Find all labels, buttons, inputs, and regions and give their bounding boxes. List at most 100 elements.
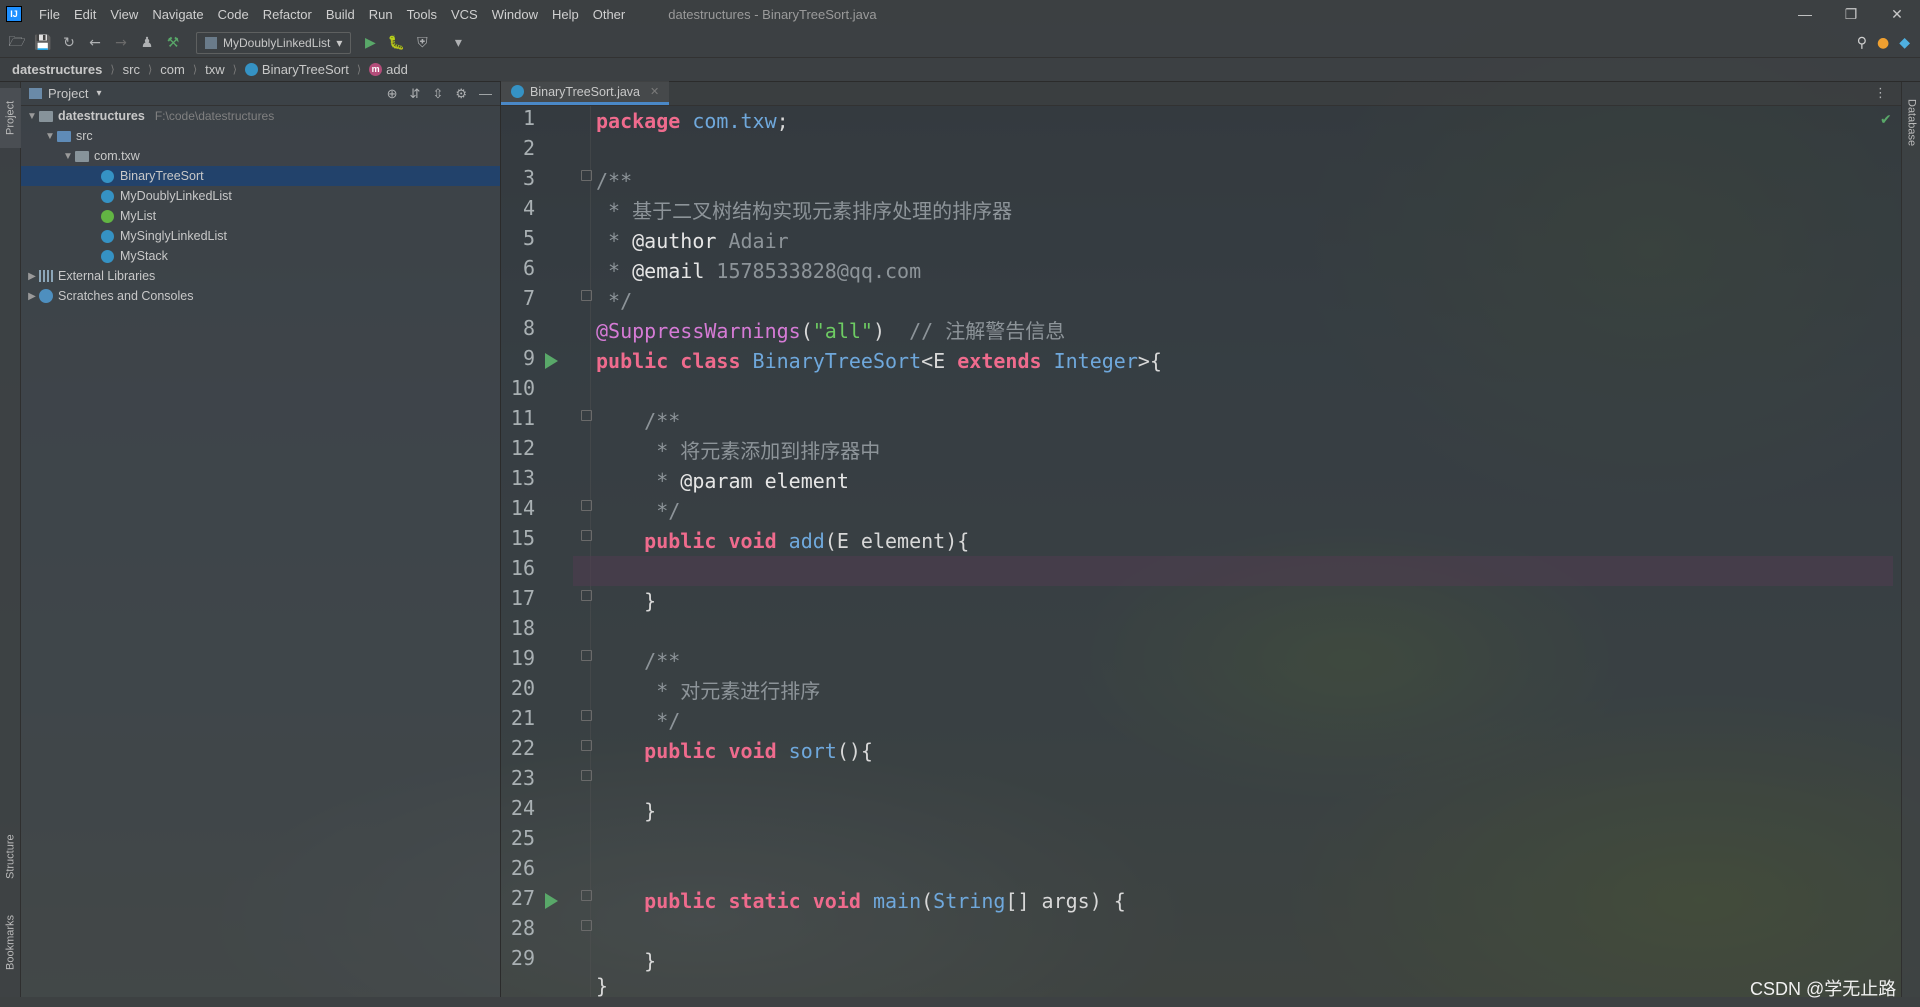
menu-tools[interactable]: Tools: [400, 7, 444, 22]
expand-all-icon[interactable]: ⇵: [410, 86, 421, 102]
line-number: 1: [522, 106, 535, 130]
breadcrumb-src[interactable]: src: [123, 62, 140, 77]
close-icon[interactable]: ✕: [650, 85, 659, 98]
menu-code[interactable]: Code: [211, 7, 256, 22]
run-main-icon[interactable]: [545, 893, 558, 909]
tree-node-file[interactable]: MyList: [21, 206, 500, 226]
line-number: 13: [510, 466, 535, 490]
chevron-down-icon[interactable]: ▼: [61, 151, 75, 162]
menu-file[interactable]: File: [32, 7, 67, 22]
plugin-icon[interactable]: ◆: [1899, 35, 1910, 51]
save-icon[interactable]: 💾: [32, 32, 54, 54]
minimize-icon[interactable]: —: [1782, 6, 1828, 23]
sync-icon[interactable]: ↻: [58, 32, 80, 54]
fold-icon[interactable]: [581, 710, 592, 721]
breadcrumb-class[interactable]: BinaryTreeSort: [244, 62, 349, 77]
locate-file-icon[interactable]: ⊕: [387, 86, 398, 102]
breadcrumb-method[interactable]: m add: [369, 62, 408, 77]
tree-node-external-libraries[interactable]: ▶ External Libraries: [21, 266, 500, 286]
structure-tool-tab[interactable]: Structure: [0, 822, 21, 892]
user-icon[interactable]: ♟: [136, 32, 158, 54]
run-icon[interactable]: ▶: [359, 32, 381, 54]
chevron-down-icon[interactable]: ▼: [43, 131, 57, 142]
run-class-icon[interactable]: [545, 353, 558, 369]
close-window-icon[interactable]: ✕: [1874, 6, 1920, 23]
chevron-right-icon[interactable]: ▶: [25, 291, 39, 302]
database-tool-tab[interactable]: Database: [1902, 88, 1920, 158]
menu-view[interactable]: View: [103, 7, 145, 22]
project-path: F:\code\datestructures: [154, 109, 275, 123]
menu-window[interactable]: Window: [485, 7, 545, 22]
current-line-highlight[interactable]: [573, 556, 1893, 586]
editor-tab-binarytreesort[interactable]: BinaryTreeSort.java ✕: [501, 81, 670, 105]
tree-node-src[interactable]: ▼ src: [21, 126, 500, 146]
menu-vcs[interactable]: VCS: [444, 7, 485, 22]
fold-icon[interactable]: [581, 530, 592, 541]
tree-node-file[interactable]: MyStack: [21, 246, 500, 266]
fold-icon[interactable]: [581, 770, 592, 781]
inspection-ok-icon[interactable]: ✔: [1880, 112, 1892, 128]
menu-build[interactable]: Build: [319, 7, 362, 22]
code-token: ): [872, 319, 886, 343]
fold-icon[interactable]: [581, 290, 592, 301]
chevron-down-icon[interactable]: ▾: [96, 88, 101, 99]
bookmarks-tool-tab[interactable]: Bookmarks: [0, 902, 21, 982]
fold-icon[interactable]: [581, 920, 592, 931]
breadcrumb-separator-icon: ⟩: [356, 64, 362, 76]
open-folder-icon[interactable]: 🗁: [6, 32, 28, 54]
hide-panel-icon[interactable]: —: [479, 86, 492, 102]
breadcrumb-project[interactable]: datestructures: [12, 62, 102, 77]
more-run-chevron-icon[interactable]: ▾: [447, 32, 469, 54]
fold-icon[interactable]: [581, 650, 592, 661]
tree-node-file[interactable]: MySinglyLinkedList: [21, 226, 500, 246]
coverage-icon[interactable]: ⛨: [411, 32, 433, 54]
project-tool-tab[interactable]: Project: [0, 88, 21, 148]
tree-node-label: src: [76, 129, 93, 143]
code-area[interactable]: 1 2 3 4 5 6 7 8 9 10 11 12 13 14 15 16 1…: [501, 106, 1901, 997]
build-hammer-icon[interactable]: ⚒: [162, 32, 184, 54]
more-options-icon[interactable]: ⋮: [1874, 86, 1901, 101]
fold-icon[interactable]: [581, 740, 592, 751]
project-view-selector[interactable]: Project: [48, 86, 88, 101]
menu-edit[interactable]: Edit: [67, 7, 103, 22]
chevron-down-icon[interactable]: ▼: [25, 111, 39, 122]
tree-node-file[interactable]: BinaryTreeSort: [21, 166, 500, 186]
fold-icon[interactable]: [581, 890, 592, 901]
menu-refactor[interactable]: Refactor: [256, 7, 319, 22]
debug-icon[interactable]: 🐛: [385, 32, 407, 54]
tree-node-package[interactable]: ▼ com.txw: [21, 146, 500, 166]
chevron-down-icon: ▾: [336, 35, 343, 50]
line-number: 19: [510, 646, 535, 670]
fold-icon[interactable]: [581, 500, 592, 511]
tree-node-project-root[interactable]: ▼ datestructures F:\code\datestructures: [21, 106, 500, 126]
gear-icon[interactable]: ⚙: [455, 86, 467, 102]
back-arrow-icon[interactable]: ←: [84, 32, 106, 54]
tree-node-label: BinaryTreeSort: [120, 169, 204, 183]
chevron-right-icon[interactable]: ▶: [25, 271, 39, 282]
javadoc-param: element: [752, 469, 849, 493]
collapse-all-icon[interactable]: ⇳: [432, 86, 443, 102]
tree-node-scratches[interactable]: ▶ Scratches and Consoles: [21, 286, 500, 306]
comment: *: [596, 229, 633, 253]
breadcrumb-txw[interactable]: txw: [205, 62, 225, 77]
run-configuration-dropdown[interactable]: MyDoublyLinkedList ▾: [196, 31, 352, 54]
menu-other[interactable]: Other: [586, 7, 633, 22]
update-icon[interactable]: ●: [1877, 35, 1889, 51]
menu-run[interactable]: Run: [362, 7, 400, 22]
scratches-icon: [39, 289, 53, 303]
tree-node-file[interactable]: MyDoublyLinkedList: [21, 186, 500, 206]
code-token: (){: [836, 739, 873, 763]
keyword: public static void: [596, 889, 861, 913]
breadcrumb-com[interactable]: com: [160, 62, 185, 77]
package-name: com.txw: [680, 109, 777, 133]
forward-arrow-icon[interactable]: →: [110, 32, 132, 54]
menu-help[interactable]: Help: [545, 7, 586, 22]
line-number: 10: [510, 376, 535, 400]
restore-icon[interactable]: ❐: [1828, 6, 1874, 23]
search-icon[interactable]: ⚲: [1857, 35, 1867, 51]
line-number: 8: [522, 316, 535, 340]
fold-icon[interactable]: [581, 590, 592, 601]
fold-icon[interactable]: [581, 410, 592, 421]
menu-navigate[interactable]: Navigate: [145, 7, 210, 22]
fold-icon[interactable]: [581, 170, 592, 181]
